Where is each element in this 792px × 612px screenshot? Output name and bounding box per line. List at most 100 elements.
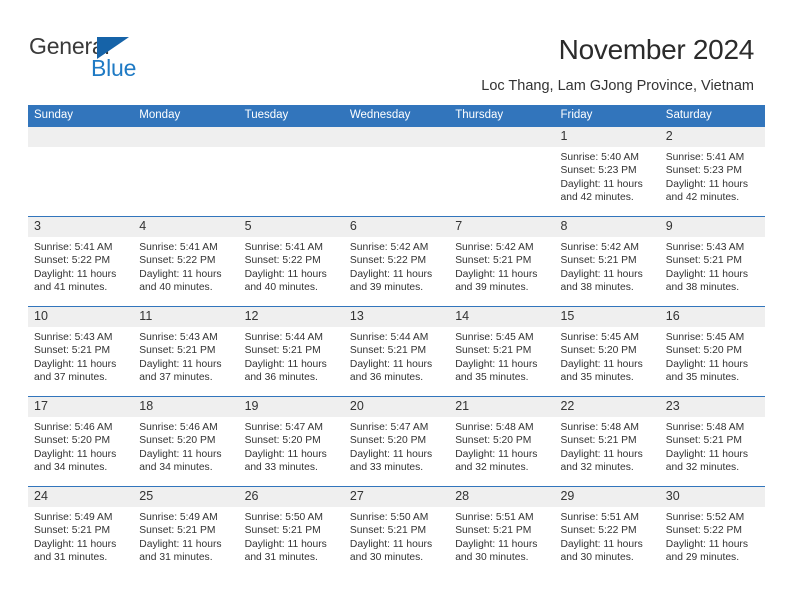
daylight-text-line1: Daylight: 11 hours [244, 538, 327, 550]
weekday-header-monday: Monday [133, 105, 239, 127]
daylight-text-line2: and 40 minutes. [244, 282, 318, 294]
logo-text-blue: Blue [91, 55, 137, 81]
sunset-text: Sunset: 5:22 PM [349, 255, 427, 267]
calendar-day-cell[interactable]: 25 Sunrise: 5:49 AM Sunset: 5:21 PM Dayligh… [133, 486, 239, 576]
daylight-text-line1: Daylight: 11 hours [139, 448, 222, 460]
sunset-text: Sunset: 5:20 PM [349, 435, 427, 447]
sunrise-text: Sunrise: 5:44 AM [244, 332, 324, 343]
daylight-text-line2: and 42 minutes. [560, 192, 634, 204]
calendar-day-cell[interactable]: 7 Sunrise: 5:42 AM Sunset: 5:21 PM Daylight… [449, 216, 555, 307]
calendar-day-cell[interactable]: 4 Sunrise: 5:41 AM Sunset: 5:22 PM Daylight… [133, 216, 239, 307]
calendar-day-cell[interactable]: 22 Sunrise: 5:48 AM Sunset: 5:21 PM Dayligh… [554, 396, 660, 487]
sunrise-text: Sunrise: 5:42 AM [560, 242, 639, 253]
calendar-day-cell[interactable]: 21 Sunrise: 5:48 AM Sunset: 5:20 PM Dayligh… [449, 396, 555, 487]
calendar-day-cell[interactable]: 27 Sunrise: 5:50 AM Sunset: 5:21 PM Dayligh… [343, 486, 450, 576]
calendar-day-cell[interactable]: 8 Sunrise: 5:42 AM Sunset: 5:21 PM Daylight… [554, 216, 660, 307]
daylight-text-line2: and 32 minutes. [560, 462, 634, 474]
daylight-text-line1: Daylight: 11 hours [244, 448, 327, 460]
day-number: 19 [238, 397, 344, 417]
sunset-text: Sunset: 5:22 PM [244, 255, 321, 267]
sunrise-text: Sunrise: 5:48 AM [560, 422, 639, 433]
daylight-text-line1: Daylight: 11 hours [665, 538, 749, 550]
calendar-day-cell[interactable]: 13 Sunrise: 5:44 AM Sunset: 5:21 PM Dayligh… [343, 306, 450, 397]
calendar-day-cell[interactable]: 23 Sunrise: 5:48 AM Sunset: 5:21 PM Dayligh… [659, 396, 766, 487]
sunset-text: Sunset: 5:23 PM [560, 165, 637, 177]
daylight-text-line2: and 34 minutes. [34, 462, 108, 474]
calendar-day-cell[interactable]: 24 Sunrise: 5:49 AM Sunset: 5:21 PM Dayligh… [28, 486, 134, 576]
day-number: 21 [449, 397, 555, 417]
calendar-day-cell[interactable]: 15 Sunrise: 5:45 AM Sunset: 5:20 PM Dayligh… [554, 306, 660, 397]
daylight-text-line1: Daylight: 11 hours [665, 268, 749, 280]
calendar-day-cell[interactable]: 3 Sunrise: 5:41 AM Sunset: 5:22 PM Daylight… [28, 216, 134, 307]
calendar-day-cell[interactable]: 29 Sunrise: 5:51 AM Sunset: 5:22 PM Dayligh… [554, 486, 660, 576]
calendar-day-cell[interactable]: 17 Sunrise: 5:46 AM Sunset: 5:20 PM Dayligh… [28, 396, 134, 487]
calendar-day-cell[interactable]: 20 Sunrise: 5:47 AM Sunset: 5:20 PM Dayligh… [343, 396, 450, 487]
day-details: Sunrise: 5:50 AM Sunset: 5:21 PM Daylight:… [239, 507, 344, 565]
daylight-text-line2: and 34 minutes. [139, 462, 213, 474]
calendar-day-cell[interactable]: 30 Sunrise: 5:52 AM Sunset: 5:22 PM Dayligh… [659, 486, 766, 576]
day-number: 17 [28, 397, 134, 417]
calendar-day-cell[interactable]: 16 Sunrise: 5:45 AM Sunset: 5:20 PM Dayligh… [659, 306, 766, 397]
day-number: 7 [449, 217, 555, 237]
daylight-text-line2: and 31 minutes. [244, 552, 318, 564]
daylight-text-line1: Daylight: 11 hours [665, 178, 749, 190]
calendar-day-cell[interactable]: 14 Sunrise: 5:45 AM Sunset: 5:21 PM Dayligh… [449, 306, 555, 397]
daylight-text-line2: and 39 minutes. [455, 282, 529, 294]
day-number: 30 [659, 487, 766, 507]
calendar-day-cell[interactable]: 9 Sunrise: 5:43 AM Sunset: 5:21 PM Daylight… [659, 216, 766, 307]
daylight-text-line2: and 40 minutes. [139, 282, 213, 294]
daylight-text-line2: and 37 minutes. [34, 372, 108, 384]
sunrise-text: Sunrise: 5:41 AM [665, 152, 745, 163]
daylight-text-line2: and 35 minutes. [560, 372, 634, 384]
sunrise-text: Sunrise: 5:45 AM [665, 332, 745, 343]
sunset-text: Sunset: 5:21 PM [244, 525, 321, 537]
calendar-day-cell[interactable]: 19 Sunrise: 5:47 AM Sunset: 5:20 PM Dayligh… [238, 396, 344, 487]
day-number [449, 127, 555, 147]
calendar-week-row: 1 Sunrise: 5:40 AM Sunset: 5:23 PM Daylight… [28, 126, 766, 217]
sunset-text: Sunset: 5:21 PM [349, 345, 427, 357]
daylight-text-line2: and 33 minutes. [349, 462, 424, 474]
calendar-day-cell[interactable]: 1 Sunrise: 5:40 AM Sunset: 5:23 PM Daylight… [554, 126, 660, 217]
daylight-text-line2: and 35 minutes. [455, 372, 529, 384]
day-details: Sunrise: 5:41 AM Sunset: 5:22 PM Daylight:… [239, 237, 344, 295]
sunset-text: Sunset: 5:21 PM [560, 435, 637, 447]
daylight-text-line2: and 39 minutes. [349, 282, 424, 294]
page-header: General Blue November 2024 Loc Thang, La… [0, 0, 792, 102]
calendar-day-cell[interactable]: 18 Sunrise: 5:46 AM Sunset: 5:20 PM Dayligh… [133, 396, 239, 487]
day-number: 22 [554, 397, 660, 417]
daylight-text-line1: Daylight: 11 hours [34, 448, 117, 460]
sunrise-text: Sunrise: 5:40 AM [560, 152, 639, 163]
sunrise-text: Sunrise: 5:52 AM [665, 512, 745, 523]
calendar-day-cell[interactable]: 2 Sunrise: 5:41 AM Sunset: 5:23 PM Daylight… [659, 126, 766, 217]
daylight-text-line1: Daylight: 11 hours [455, 268, 538, 280]
weekday-header-friday: Friday [554, 105, 660, 127]
weekday-header-saturday: Saturday [659, 105, 766, 127]
sunrise-text: Sunrise: 5:46 AM [34, 422, 113, 433]
calendar-day-cell[interactable]: 5 Sunrise: 5:41 AM Sunset: 5:22 PM Daylight… [238, 216, 344, 307]
daylight-text-line2: and 33 minutes. [244, 462, 318, 474]
calendar-day-cell[interactable]: 6 Sunrise: 5:42 AM Sunset: 5:22 PM Daylight… [343, 216, 450, 307]
day-number: 13 [343, 307, 450, 327]
day-number: 10 [28, 307, 134, 327]
day-details: Sunrise: 5:48 AM Sunset: 5:21 PM Daylight:… [660, 417, 765, 475]
calendar-day-cell[interactable]: 10 Sunrise: 5:43 AM Sunset: 5:21 PM Dayligh… [28, 306, 134, 397]
daylight-text-line2: and 36 minutes. [244, 372, 318, 384]
daylight-text-line1: Daylight: 11 hours [455, 448, 538, 460]
day-number [343, 127, 450, 147]
daylight-text-line1: Daylight: 11 hours [139, 268, 222, 280]
calendar-day-cell[interactable]: 12 Sunrise: 5:44 AM Sunset: 5:21 PM Dayligh… [238, 306, 344, 397]
weekday-header-wednesday: Wednesday [343, 105, 450, 127]
daylight-text-line1: Daylight: 11 hours [34, 358, 117, 370]
day-details: Sunrise: 5:42 AM Sunset: 5:21 PM Daylight:… [554, 237, 659, 295]
daylight-text-line1: Daylight: 11 hours [665, 448, 749, 460]
calendar-day-cell[interactable]: 26 Sunrise: 5:50 AM Sunset: 5:21 PM Dayligh… [238, 486, 344, 576]
calendar-day-cell[interactable]: 11 Sunrise: 5:43 AM Sunset: 5:21 PM Dayligh… [133, 306, 239, 397]
sunset-text: Sunset: 5:22 PM [34, 255, 111, 267]
calendar-day-cell[interactable]: 28 Sunrise: 5:51 AM Sunset: 5:21 PM Dayligh… [449, 486, 555, 576]
calendar-cell-empty [238, 126, 344, 217]
day-number: 28 [449, 487, 555, 507]
sunrise-text: Sunrise: 5:44 AM [349, 332, 429, 343]
day-number: 14 [449, 307, 555, 327]
daylight-text-line2: and 31 minutes. [139, 552, 213, 564]
general-blue-logo[interactable]: General Blue [29, 33, 209, 87]
